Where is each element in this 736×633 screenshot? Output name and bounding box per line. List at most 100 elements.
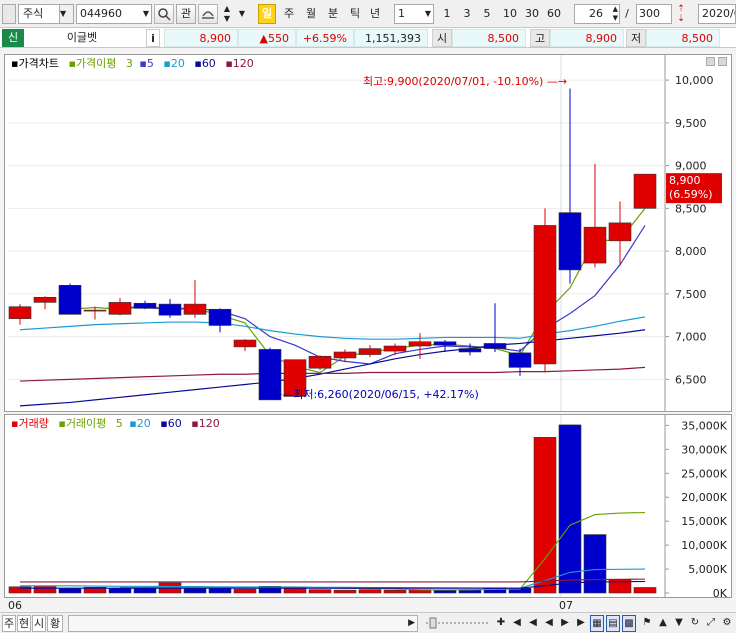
refresh-icon[interactable]: ↻	[688, 615, 702, 632]
candle-body	[583, 226, 607, 264]
toolbar-grip[interactable]	[2, 4, 16, 24]
settings-icon[interactable]: ⚙	[720, 615, 734, 632]
volume-chart-svg: 0K 5,000K 10,000K 15,000K 20,000K 25,000K 30,0…	[8, 415, 728, 600]
scroll-start-icon[interactable]: ◀	[510, 615, 524, 632]
volume-bar	[358, 589, 382, 594]
chart-type-button[interactable]	[198, 4, 218, 24]
period-tick-button[interactable]: 틱	[346, 4, 364, 24]
interval-3-button[interactable]: 3	[460, 4, 474, 24]
volume-chart-pane[interactable]: ▪거래량 ▪거래이평 5 ▪20 ▪60 ▪120 0K 5,000K 10,000…	[4, 414, 732, 600]
stepper-arrows-icon[interactable]: ▲ ▼	[613, 5, 618, 23]
zoom-slider[interactable]	[424, 615, 490, 632]
period-year-button[interactable]: 년	[366, 4, 384, 24]
link-icon[interactable]: ⚑	[640, 615, 654, 632]
price-chart-pane[interactable]: ▪가격차트 ▪가격이평 3 ▪5 ▪20 ▪60 ▪120 6,500 7,000…	[4, 54, 732, 412]
chart-toolbar: 주식 ▼ 044960 ▼ 관 ▲ ▼ ▼ 일 주 월 분 틱 년 1 ▼ 1 3…	[0, 0, 736, 28]
candle-body	[83, 309, 107, 312]
price-tick-label: 7,000	[675, 331, 707, 344]
stock-info-bar: 신 이글벳 i 8,900 ▲550 +6.59% 1,151,393 시 8,…	[0, 28, 736, 48]
scroll-down-icon[interactable]: ▼	[672, 615, 686, 632]
scroll-up-icon[interactable]: ▲	[656, 615, 670, 632]
candle-body	[333, 351, 357, 359]
volume-bar	[533, 437, 557, 594]
period-minute-button[interactable]: 분	[324, 4, 342, 24]
low-annotation: ←—최저:6,260(2020/06/15, +42.17%)	[273, 388, 479, 401]
chevron-down-icon[interactable]: ▼	[425, 5, 431, 23]
total-input[interactable]: 300	[636, 4, 672, 24]
tab-si[interactable]: 시	[32, 615, 46, 632]
pane-minimize-button[interactable]	[706, 57, 715, 66]
price-tick-label: 7,500	[675, 288, 707, 301]
tab-hyeon[interactable]: 현	[17, 615, 31, 632]
pane-close-button[interactable]	[718, 57, 727, 66]
updown-stepper[interactable]: ▲ ▼	[220, 4, 234, 24]
date-input[interactable]: 2020/0	[698, 4, 736, 24]
crosshair-icon[interactable]: ▤	[606, 615, 620, 632]
market-type-select[interactable]: 주식 ▼	[18, 4, 74, 24]
tool-icon[interactable]: ▩	[622, 615, 636, 632]
chevron-down-icon[interactable]: ▼	[59, 5, 73, 23]
high-value: 8,900	[550, 29, 624, 47]
volume-bar	[108, 587, 132, 594]
expand-icon[interactable]: ⤢	[704, 615, 718, 632]
scroll-left-icon[interactable]: ◀	[526, 615, 540, 632]
expand-arrows-icon[interactable]: ⇡ ⇣	[674, 4, 688, 24]
candle-body	[483, 343, 507, 349]
legend-vol-ma20: ▪20	[129, 417, 151, 430]
interval-10-button[interactable]: 10	[500, 4, 520, 24]
legend-volume-ma: ▪거래이평	[58, 417, 107, 430]
candle-body	[508, 352, 532, 368]
search-button[interactable]	[154, 4, 174, 24]
volume-tick-label: 35,000K	[681, 419, 727, 432]
volume-tick-label: 10,000K	[681, 539, 727, 552]
watch-button[interactable]: 관	[176, 4, 196, 24]
count-stepper[interactable]: 26 ▲ ▼	[574, 4, 620, 24]
period-week-button[interactable]: 주	[280, 4, 298, 24]
legend-ma5: ▪5	[139, 57, 154, 70]
chevron-down-icon[interactable]: ▼	[238, 4, 246, 24]
interval-1-button[interactable]: 1	[440, 4, 454, 24]
chevron-down-icon[interactable]: ▼	[143, 5, 149, 23]
price-change-pct: +6.59%	[296, 29, 354, 47]
candle-body	[558, 212, 582, 271]
legend-vol-ma60: ▪60	[160, 417, 182, 430]
zoom-in-icon[interactable]: ✚	[494, 615, 508, 632]
current-price-label: 8,900	[669, 174, 701, 187]
tab-hwang[interactable]: 황	[47, 615, 63, 632]
period-month-button[interactable]: 월	[302, 4, 320, 24]
chart-settings-icon	[202, 11, 214, 19]
price-tick-label: 8,500	[675, 202, 707, 215]
price-change: ▲550	[238, 29, 296, 47]
volume-bar	[183, 588, 207, 594]
zoom-slider-icon	[426, 617, 488, 629]
interval-30-button[interactable]: 30	[522, 4, 542, 24]
stock-code-input[interactable]: 044960 ▼	[76, 4, 152, 24]
legend-price-ma: ▪가격이평	[68, 57, 117, 70]
play-icon[interactable]: ▶	[558, 615, 572, 632]
interval-60-button[interactable]: 60	[544, 4, 564, 24]
market-type-value: 주식	[23, 7, 44, 20]
info-icon[interactable]: i	[146, 29, 160, 47]
scroll-right-icon[interactable]: ▶	[408, 616, 415, 631]
grid-icon[interactable]: ▦	[590, 615, 604, 632]
tab-ju[interactable]: 주	[2, 615, 16, 632]
candle-body	[58, 285, 82, 315]
legend-price-title: ▪가격차트	[11, 57, 59, 70]
volume-bar	[333, 589, 357, 594]
price-tick-label: 8,000	[675, 245, 707, 258]
interval-5-button[interactable]: 5	[480, 4, 494, 24]
volume-bar	[233, 588, 257, 594]
scroll-forward-icon[interactable]: ▶	[574, 615, 588, 632]
open-value: 8,500	[452, 29, 526, 47]
interval-select[interactable]: 1 ▼	[394, 4, 434, 24]
price-tick-label: 10,000	[675, 74, 714, 87]
horizontal-scrollbar[interactable]: ▶	[68, 615, 418, 632]
high-annotation: 최고:9,900(2020/07/01, -10.10%) —→	[363, 75, 567, 88]
current-pct-label: (6.59%)	[669, 188, 713, 201]
scroll-back-icon[interactable]: ◀	[542, 615, 556, 632]
stock-code-value: 044960	[80, 7, 122, 20]
period-day-button[interactable]: 일	[258, 4, 276, 24]
legend-vol-ma5: 5	[115, 417, 123, 430]
candle-body	[533, 225, 557, 365]
price-tick-label: 9,000	[675, 160, 707, 173]
